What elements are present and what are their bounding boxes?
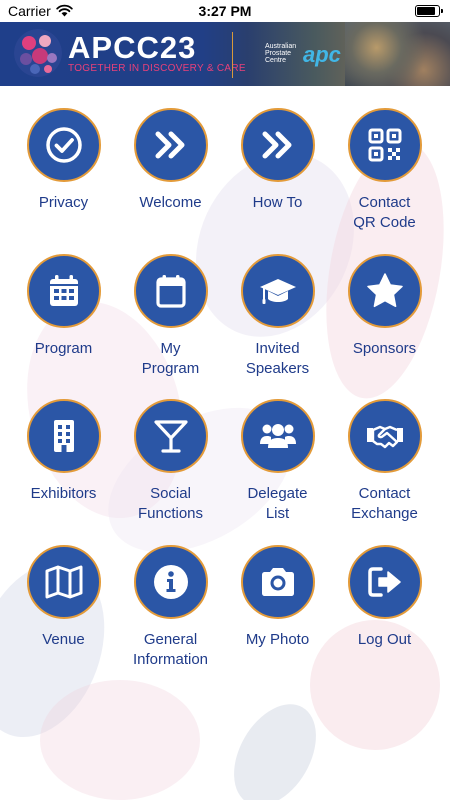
status-bar: Carrier 3:27 PM (0, 0, 450, 22)
handshake-icon (366, 425, 403, 449)
building-icon (53, 420, 74, 452)
menu-item-privacy[interactable]: Privacy (10, 108, 117, 213)
menu-label: Exchange (351, 505, 418, 522)
camera-icon (261, 568, 294, 596)
menu-label: Welcome (139, 194, 202, 211)
menu-item-social-functions[interactable]: Social Functions (117, 399, 224, 524)
menu-item-my-photo[interactable]: My Photo (224, 545, 331, 650)
menu-label: Speakers (245, 360, 310, 377)
calendar-icon (155, 275, 186, 308)
cocktail-icon (153, 420, 188, 453)
qr-code-icon (368, 128, 401, 162)
menu-item-program[interactable]: Program (10, 254, 117, 359)
menu-label: Exhibitors (30, 485, 97, 502)
menu-item-welcome[interactable]: Welcome (117, 108, 224, 213)
menu-item-delegate-list[interactable]: Delegate List (224, 399, 331, 524)
calendar-grid-icon (49, 275, 78, 306)
menu-item-contact-exchange[interactable]: Contact Exchange (331, 399, 438, 524)
map-icon (45, 565, 82, 599)
star-icon (366, 273, 403, 308)
menu-item-invited-speakers[interactable]: Invited Speakers (224, 254, 331, 379)
menu-label: Venue (42, 631, 85, 648)
menu-label: Contact (358, 485, 411, 502)
double-chevron-icon (155, 131, 184, 159)
conference-banner: APCC23 TOGETHER IN DISCOVERY & CARE Aust… (0, 22, 450, 86)
clock: 3:27 PM (198, 3, 252, 19)
menu-item-how-to[interactable]: How To (224, 108, 331, 213)
menu-label: Sponsors (352, 340, 417, 357)
check-circle-icon (45, 127, 82, 163)
users-icon (259, 424, 296, 448)
conference-tagline: TOGETHER IN DISCOVERY & CARE (68, 63, 246, 74)
menu-item-contact-qr-code[interactable]: Contact QR Code (331, 108, 438, 233)
menu-item-my-program[interactable]: My Program (117, 254, 224, 379)
conference-title: APCC23 (68, 30, 197, 65)
logout-icon (367, 567, 401, 597)
menu-label: Program (141, 360, 200, 377)
menu-label: How To (252, 194, 303, 211)
menu-label: My (160, 340, 181, 357)
menu-label: General (143, 631, 198, 648)
menu-label: Log Out (357, 631, 412, 648)
double-chevron-icon (262, 131, 291, 159)
menu-label: List (265, 505, 290, 522)
graduation-cap-icon (259, 279, 296, 304)
partner-name: Australian Prostate Centre (265, 43, 297, 64)
conference-logo-icon (14, 29, 62, 77)
menu-label: Privacy (38, 194, 89, 211)
menu-label: My Photo (245, 631, 310, 648)
banner-divider (232, 32, 233, 78)
reef-image (345, 22, 450, 86)
menu-label: QR Code (353, 214, 416, 231)
menu-item-log-out[interactable]: Log Out (331, 545, 438, 650)
menu-label: Delegate (247, 485, 308, 502)
menu-label: Functions (137, 505, 204, 522)
battery-icon (415, 5, 443, 17)
menu-item-general-information[interactable]: General Information (117, 545, 224, 670)
partner-logo: apc (303, 42, 341, 67)
menu-label: Program (34, 340, 93, 357)
menu-label: Invited (255, 340, 300, 357)
menu-label: Information (132, 651, 209, 668)
menu-label: Social (150, 485, 191, 502)
menu-item-sponsors[interactable]: Sponsors (331, 254, 438, 359)
menu-item-venue[interactable]: Venue (10, 545, 117, 650)
menu-item-exhibitors[interactable]: Exhibitors (10, 399, 117, 504)
menu-label: Contact (358, 194, 411, 211)
info-icon (153, 565, 188, 599)
